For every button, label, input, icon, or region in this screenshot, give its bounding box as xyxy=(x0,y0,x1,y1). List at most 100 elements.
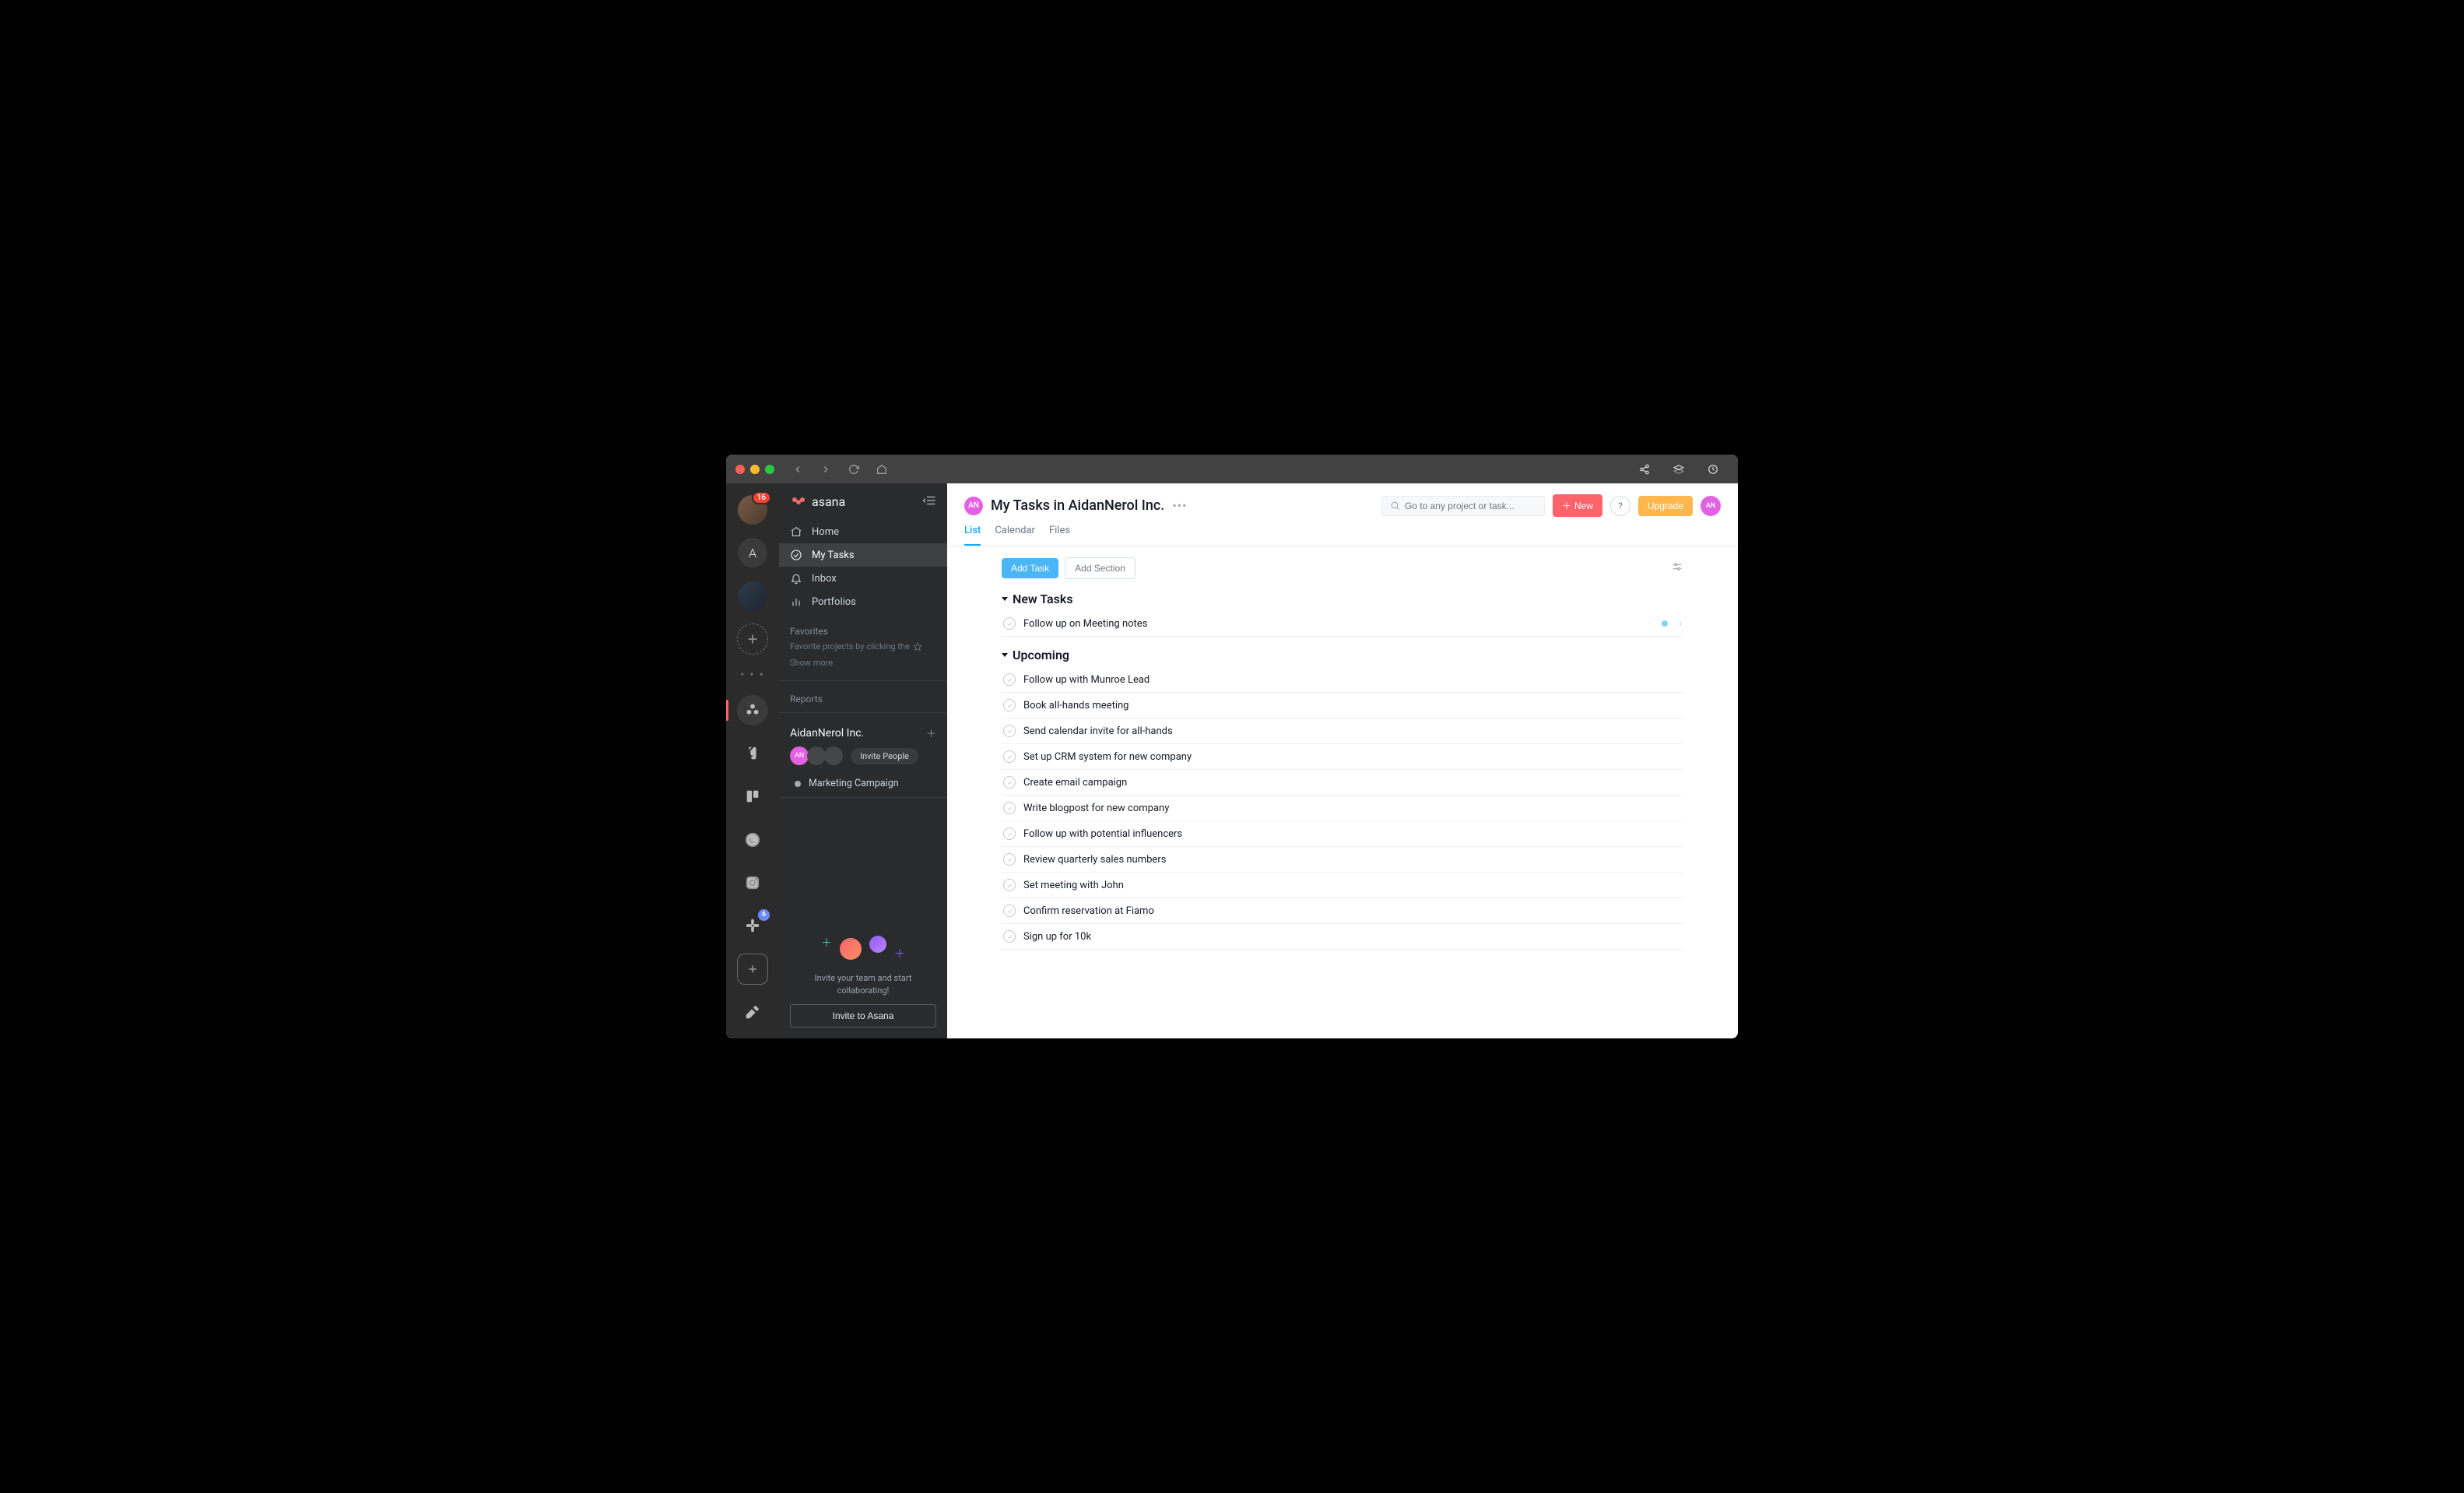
search-box[interactable] xyxy=(1381,496,1545,516)
task-complete-checkbox[interactable] xyxy=(1003,673,1016,686)
stack-icon[interactable] xyxy=(1663,458,1694,480)
rail-app-instagram[interactable] xyxy=(737,867,768,898)
rail-app-slack[interactable]: 6 xyxy=(737,911,768,941)
add-project-icon[interactable]: ＋ xyxy=(926,725,936,740)
check-circle-icon xyxy=(790,549,802,561)
close-window-button[interactable] xyxy=(735,465,745,474)
task-row[interactable]: Send calendar invite for all-hands xyxy=(1002,718,1683,744)
task-sections: New Tasks Follow up on Meeting notes › Upco… xyxy=(1002,592,1683,950)
notification-badge: 6 xyxy=(758,909,770,921)
user-menu-avatar[interactable]: AN xyxy=(1701,496,1721,516)
tab-calendar[interactable]: Calendar xyxy=(995,525,1035,546)
search-icon xyxy=(1390,501,1400,511)
task-toolbar: Add Task Add Section xyxy=(1002,557,1683,579)
rail-settings[interactable] xyxy=(737,997,768,1028)
chevron-right-icon: › xyxy=(1679,618,1682,630)
nav-forward-button[interactable] xyxy=(815,460,837,479)
task-name: Follow up on Meeting notes xyxy=(1023,618,1654,630)
reload-button[interactable] xyxy=(843,460,865,479)
show-more-link[interactable]: Show more xyxy=(779,658,947,677)
favorites-header: Favorites xyxy=(779,617,947,641)
nav-back-button[interactable] xyxy=(787,460,809,479)
new-button[interactable]: ＋ New xyxy=(1553,494,1602,517)
rail-workspace-2[interactable]: A xyxy=(737,537,768,567)
tab-files[interactable]: Files xyxy=(1049,525,1070,546)
workspace-name[interactable]: AidanNerol Inc. xyxy=(790,727,864,739)
task-row[interactable]: Set up CRM system for new company xyxy=(1002,744,1683,770)
upgrade-button[interactable]: Upgrade xyxy=(1638,496,1693,516)
section-header[interactable]: New Tasks xyxy=(1002,592,1683,606)
task-row[interactable]: Follow up with Munroe Lead xyxy=(1002,667,1683,693)
workspace-members: AN Invite People xyxy=(779,746,947,773)
rail-add-app[interactable] xyxy=(737,954,768,984)
task-complete-checkbox[interactable] xyxy=(1003,905,1016,917)
task-row[interactable]: Confirm reservation at Fiamo xyxy=(1002,898,1683,924)
bell-icon xyxy=(790,572,802,585)
rail-app-asana[interactable] xyxy=(737,695,768,725)
member-avatar-empty[interactable] xyxy=(807,746,826,765)
task-complete-checkbox[interactable] xyxy=(1003,699,1016,711)
add-section-button[interactable]: Add Section xyxy=(1065,557,1135,579)
task-row[interactable]: Follow up on Meeting notes › xyxy=(1002,611,1683,637)
sidebar-item-inbox[interactable]: Inbox xyxy=(779,567,947,590)
task-complete-checkbox[interactable] xyxy=(1003,879,1016,891)
tab-list[interactable]: List xyxy=(964,525,981,546)
rail-more-icon[interactable]: • • • xyxy=(740,667,764,683)
invite-to-asana-button[interactable]: Invite to Asana xyxy=(790,1004,936,1028)
share-icon[interactable] xyxy=(1629,458,1660,480)
task-row[interactable]: Sign up for 10k xyxy=(1002,924,1683,950)
member-avatar-empty[interactable] xyxy=(824,746,843,765)
collapse-sidebar-icon[interactable] xyxy=(922,495,936,509)
caret-down-icon xyxy=(1002,653,1008,657)
task-row[interactable]: Book all-hands meeting xyxy=(1002,693,1683,718)
task-complete-checkbox[interactable] xyxy=(1003,802,1016,814)
add-task-button[interactable]: Add Task xyxy=(1002,558,1058,578)
task-row[interactable]: Follow up with potential influencers xyxy=(1002,821,1683,847)
task-complete-checkbox[interactable] xyxy=(1003,853,1016,866)
view-settings-icon[interactable] xyxy=(1671,560,1683,576)
task-complete-checkbox[interactable] xyxy=(1003,827,1016,840)
section-title: Upcoming xyxy=(1013,648,1069,662)
task-row[interactable]: Create email campaign xyxy=(1002,770,1683,796)
rail-app-evernote[interactable] xyxy=(737,738,768,768)
task-complete-checkbox[interactable] xyxy=(1003,750,1016,763)
page-avatar: AN xyxy=(964,497,983,515)
sidebar-item-label: Inbox xyxy=(812,573,837,585)
member-avatar[interactable]: AN xyxy=(790,746,809,765)
footer-text: Invite your team and start collaborating… xyxy=(790,972,936,996)
rail-app-trello[interactable] xyxy=(737,781,768,811)
task-name: Review quarterly sales numbers xyxy=(1023,854,1682,866)
task-name: Create email campaign xyxy=(1023,777,1682,789)
maximize-window-button[interactable] xyxy=(765,465,774,474)
task-project-indicator xyxy=(1662,620,1668,627)
caret-down-icon xyxy=(1002,597,1008,601)
sidebar-item-home[interactable]: Home xyxy=(779,520,947,543)
rail-workspace-3[interactable] xyxy=(737,581,768,611)
minimize-window-button[interactable] xyxy=(750,465,760,474)
sidebar-project-item[interactable]: Marketing Campaign xyxy=(779,773,947,794)
page-more-icon[interactable]: ••• xyxy=(1172,498,1187,513)
task-row[interactable]: Review quarterly sales numbers xyxy=(1002,847,1683,873)
rail-app-whatsapp[interactable] xyxy=(737,824,768,855)
rail-add-workspace[interactable] xyxy=(737,624,768,654)
app-rail: 16 A • • • xyxy=(726,483,779,1038)
help-button[interactable]: ? xyxy=(1610,496,1630,516)
task-complete-checkbox[interactable] xyxy=(1003,617,1016,630)
titlebar xyxy=(726,455,1738,483)
clock-icon[interactable] xyxy=(1697,458,1729,480)
task-complete-checkbox[interactable] xyxy=(1003,930,1016,943)
home-button[interactable] xyxy=(871,460,893,479)
rail-workspace-1[interactable]: 16 xyxy=(737,494,768,525)
sidebar-item-my-tasks[interactable]: My Tasks xyxy=(779,543,947,567)
section-header[interactable]: Upcoming xyxy=(1002,648,1683,662)
brand-logo[interactable]: asana xyxy=(790,494,845,509)
search-input[interactable] xyxy=(1405,501,1536,511)
task-complete-checkbox[interactable] xyxy=(1003,776,1016,789)
sidebar-item-portfolios[interactable]: Portfolios xyxy=(779,590,947,613)
invite-people-button[interactable]: Invite People xyxy=(851,748,918,764)
traffic-lights xyxy=(735,465,774,474)
task-complete-checkbox[interactable] xyxy=(1003,725,1016,737)
task-row[interactable]: Write blogpost for new company xyxy=(1002,796,1683,821)
task-row[interactable]: Set meeting with John xyxy=(1002,873,1683,898)
section-title: New Tasks xyxy=(1013,592,1073,606)
